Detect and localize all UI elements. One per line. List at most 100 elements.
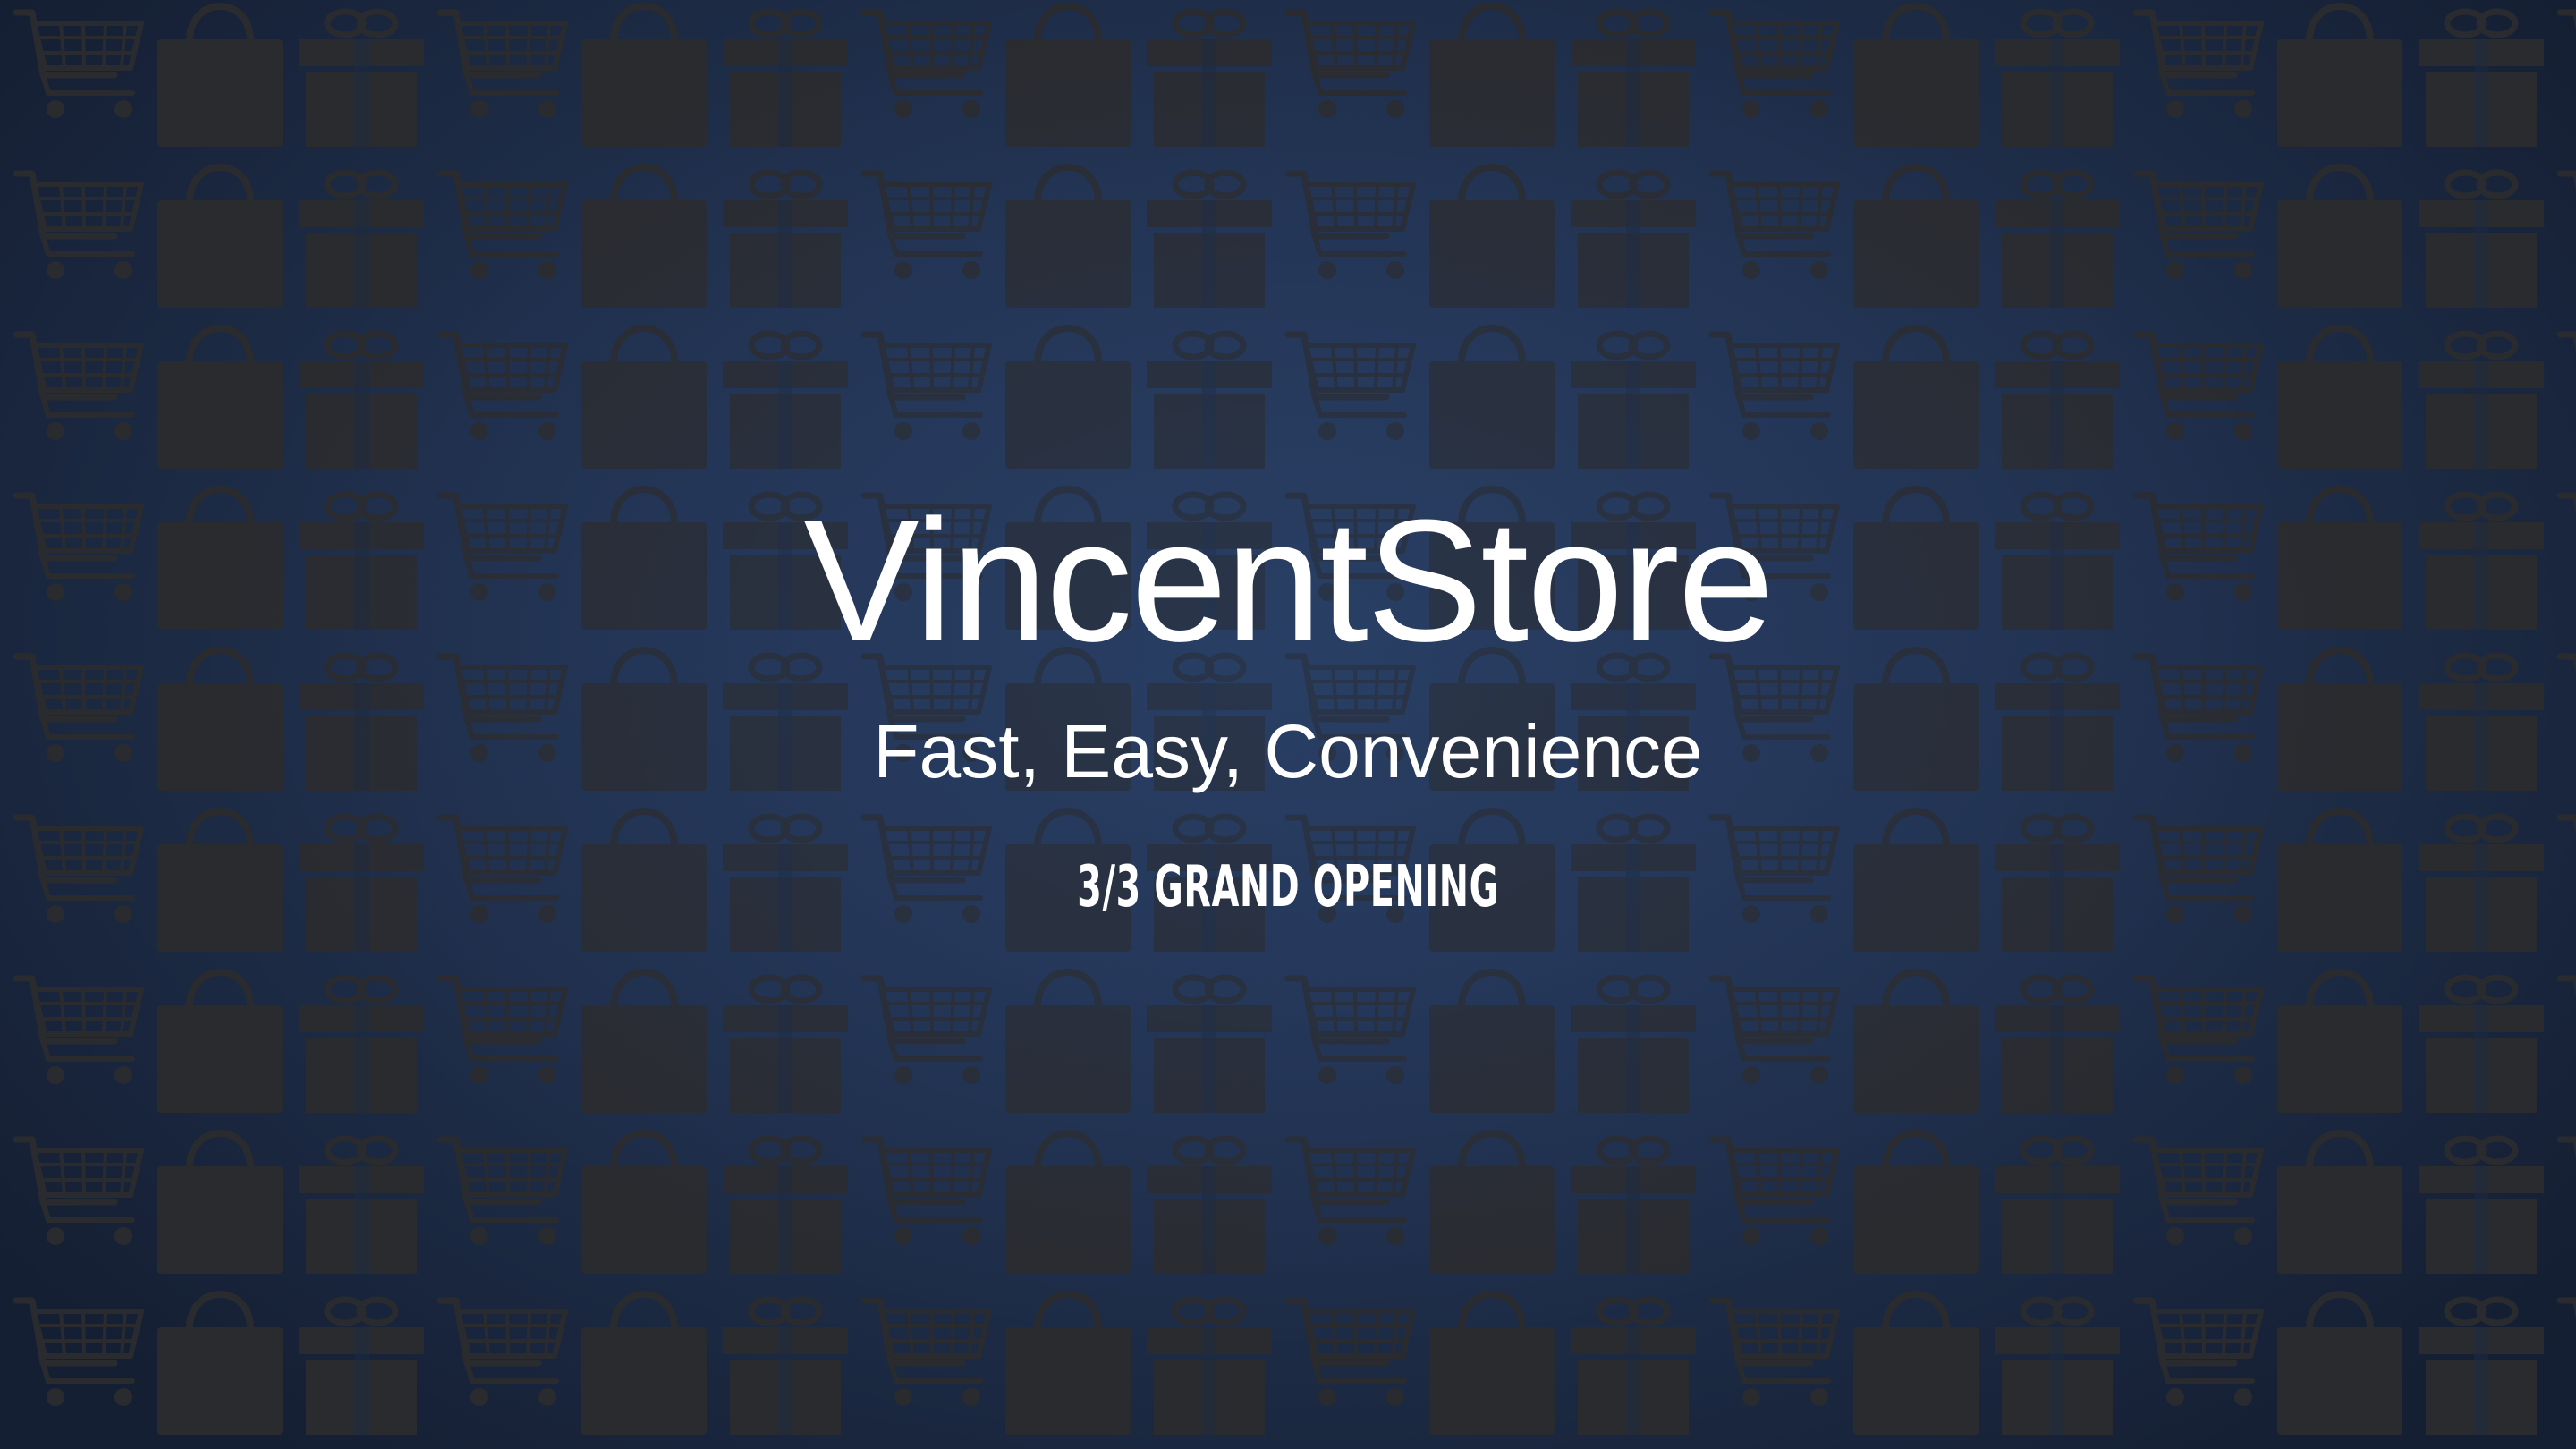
gift-box-icon	[723, 173, 848, 308]
shopping-cart-icon	[2560, 979, 2576, 1084]
grand-opening-banner: 3/3 GRAND OPENING	[1077, 854, 1499, 920]
shopping-bag-icon	[2277, 167, 2402, 308]
shopping-cart-icon	[16, 335, 141, 440]
shopping-cart-icon	[1712, 1301, 1837, 1406]
shopping-bag-icon	[581, 328, 707, 469]
shopping-bag-icon	[1429, 6, 1555, 147]
gift-box-icon	[1571, 978, 1696, 1113]
gift-box-icon	[2419, 978, 2544, 1113]
shopping-cart-icon	[2560, 1140, 2576, 1245]
shopping-cart-icon	[16, 1301, 141, 1406]
shopping-bag-icon	[1429, 1294, 1555, 1435]
shopping-bag-icon	[1853, 6, 1979, 147]
gift-box-icon	[723, 1300, 848, 1435]
shopping-cart-icon	[2136, 979, 2261, 1084]
shopping-bag-icon	[1853, 1133, 1979, 1274]
gift-box-icon	[723, 12, 848, 147]
shopping-bag-icon	[581, 6, 707, 147]
gift-box-icon	[299, 817, 424, 952]
gift-box-icon	[299, 978, 424, 1113]
shopping-bag-icon	[1005, 1294, 1131, 1435]
shopping-bag-icon	[1005, 6, 1131, 147]
shopping-cart-icon	[2560, 1301, 2576, 1406]
gift-box-icon	[2419, 173, 2544, 308]
shopping-cart-icon	[16, 13, 141, 118]
shopping-bag-icon	[1429, 328, 1555, 469]
gift-box-icon	[1995, 978, 2120, 1113]
shopping-cart-icon	[2560, 174, 2576, 279]
shopping-cart-icon	[1288, 13, 1413, 118]
gift-box-icon	[1995, 1139, 2120, 1274]
gift-box-icon	[723, 978, 848, 1113]
shopping-cart-icon	[16, 979, 141, 1084]
shopping-bag-icon	[2277, 1133, 2402, 1274]
shopping-bag-icon	[157, 1294, 283, 1435]
shopping-bag-icon	[2277, 1294, 2402, 1435]
shopping-bag-icon	[1853, 1294, 1979, 1435]
gift-box-icon	[2419, 334, 2544, 469]
shopping-bag-icon	[1429, 972, 1555, 1113]
shopping-cart-icon	[2136, 1140, 2261, 1245]
gift-box-icon	[2419, 12, 2544, 147]
shopping-cart-icon	[440, 174, 565, 279]
gift-box-icon	[1147, 334, 1272, 469]
gift-box-icon	[1571, 1300, 1696, 1435]
shopping-bag-icon	[2277, 328, 2402, 469]
shopping-bag-icon	[2277, 6, 2402, 147]
shopping-cart-icon	[1288, 979, 1413, 1084]
shopping-cart-icon	[16, 1140, 141, 1245]
shopping-bag-icon	[1005, 972, 1131, 1113]
gift-box-icon	[723, 334, 848, 469]
gift-box-icon	[2419, 817, 2544, 952]
shopping-cart-icon	[16, 174, 141, 279]
gift-box-icon	[1147, 12, 1272, 147]
shopping-cart-icon	[864, 1140, 989, 1245]
shopping-bag-icon	[1005, 167, 1131, 308]
shopping-cart-icon	[2560, 13, 2576, 118]
shopping-bag-icon	[157, 811, 283, 952]
shopping-bag-icon	[1853, 328, 1979, 469]
gift-box-icon	[1147, 1139, 1272, 1274]
shopping-bag-icon	[1853, 167, 1979, 308]
gift-box-icon	[1571, 1139, 1696, 1274]
shopping-cart-icon	[2136, 1301, 2261, 1406]
shopping-cart-icon	[2136, 335, 2261, 440]
shopping-bag-icon	[581, 972, 707, 1113]
shopping-bag-icon	[1429, 1133, 1555, 1274]
gift-box-icon	[1995, 12, 2120, 147]
shopping-cart-icon	[864, 174, 989, 279]
shopping-cart-icon	[2136, 818, 2261, 923]
shopping-cart-icon	[440, 13, 565, 118]
shopping-bag-icon	[2277, 811, 2402, 952]
shopping-bag-icon	[1429, 167, 1555, 308]
shopping-bag-icon	[2277, 972, 2402, 1113]
shopping-cart-icon	[864, 335, 989, 440]
shopping-cart-icon	[1288, 1140, 1413, 1245]
gift-box-icon	[299, 173, 424, 308]
shopping-bag-icon	[581, 167, 707, 308]
shopping-cart-icon	[1712, 335, 1837, 440]
shopping-cart-icon	[1288, 174, 1413, 279]
shopping-cart-icon	[1712, 174, 1837, 279]
gift-box-icon	[299, 1139, 424, 1274]
shopping-cart-icon	[440, 335, 565, 440]
gift-box-icon	[1147, 978, 1272, 1113]
shopping-bag-icon	[157, 328, 283, 469]
shopping-cart-icon	[2136, 13, 2261, 118]
poster-canvas: VincentStore Fast, Easy, Convenience 3/3…	[0, 0, 2576, 1449]
shopping-bag-icon	[157, 972, 283, 1113]
shopping-cart-icon	[1712, 979, 1837, 1084]
shopping-cart-icon	[440, 1301, 565, 1406]
gift-box-icon	[2419, 1300, 2544, 1435]
gift-box-icon	[299, 334, 424, 469]
shopping-bag-icon	[157, 167, 283, 308]
gift-box-icon	[1147, 1300, 1272, 1435]
shopping-bag-icon	[1853, 972, 1979, 1113]
shopping-bag-icon	[1005, 328, 1131, 469]
shopping-cart-icon	[864, 13, 989, 118]
shopping-cart-icon	[16, 818, 141, 923]
gift-box-icon	[723, 1139, 848, 1274]
shopping-cart-icon	[864, 1301, 989, 1406]
shopping-bag-icon	[581, 1133, 707, 1274]
gift-box-icon	[299, 1300, 424, 1435]
